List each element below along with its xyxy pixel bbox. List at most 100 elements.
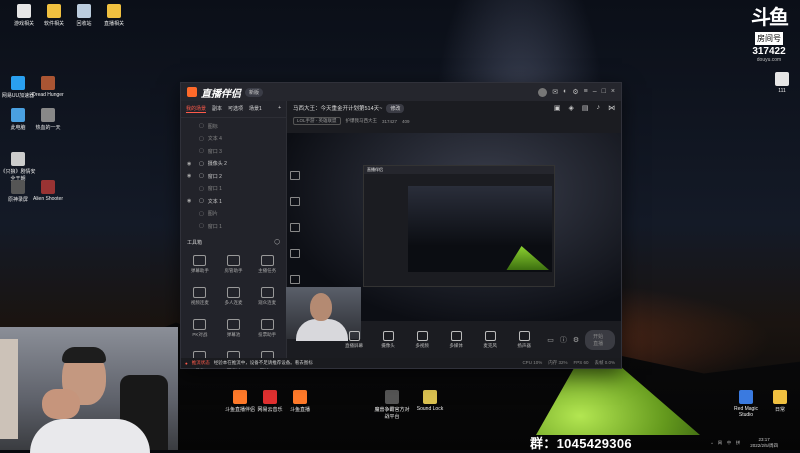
app-icon <box>107 4 121 18</box>
desktop-icon-label: 魔兽争霸官方对战平台 <box>374 407 410 420</box>
eye-icon[interactable]: ◉ <box>187 198 195 204</box>
layer-item[interactable]: ◉ ▢ 摄像头 2 <box>181 158 286 171</box>
desktop-icon[interactable]: 魔兽争霸官方对战平台 <box>374 390 410 420</box>
viewer-count: 409 <box>402 118 410 124</box>
tool-label: 视频连麦 <box>190 299 209 305</box>
desktop-icon[interactable]: 斗鱼直播 <box>282 390 318 413</box>
minimize-icon[interactable]: – <box>593 88 597 97</box>
layer-item[interactable]: ▢ 窗口 1 <box>181 183 286 196</box>
tab-2[interactable]: 可选项 <box>228 105 243 113</box>
layer-item[interactable]: ▢ 窗口 1 <box>181 220 286 233</box>
bell-icon[interactable]: ♪ <box>597 104 601 112</box>
share-icon[interactable]: ⋈ <box>608 104 615 112</box>
edit-title-button[interactable]: 修改 <box>386 103 405 113</box>
tool-button[interactable]: 观众连麦 <box>250 283 284 313</box>
avatar[interactable] <box>538 87 548 97</box>
tool-button[interactable]: 投票助手 <box>250 315 284 345</box>
source-button[interactable]: 麦克风 <box>479 331 501 349</box>
tray-icon[interactable]: 拼 <box>736 440 740 446</box>
source-button[interactable]: 多视频 <box>411 331 433 349</box>
tab-0[interactable]: 我的场景 <box>186 105 207 113</box>
camera-icon[interactable]: ▭ <box>547 336 554 344</box>
lock-icon[interactable]: ▢ <box>199 186 204 192</box>
layer-item[interactable]: ◉ ▢ 文本 1 <box>181 195 286 208</box>
eye-icon[interactable]: ◉ <box>187 173 195 179</box>
settings-icon[interactable]: ⚙ <box>572 88 578 97</box>
desktop-icon[interactable]: 热血的一天 <box>30 108 66 131</box>
tool-button[interactable]: 弹幕池 <box>217 315 251 345</box>
skin-icon[interactable]: ◐ <box>563 88 567 97</box>
tab-1[interactable]: 副本 <box>212 105 222 113</box>
lock-icon[interactable]: ▢ <box>199 161 204 167</box>
tool-button[interactable]: 房管助手 <box>217 251 251 281</box>
source-controls: 直播屏幕 摄像头 多视频 多媒体 麦克风 扬声器 ▭ ⓘ ⚙ 开始直播 <box>287 327 621 353</box>
desktop-icon[interactable]: Alien Shooter <box>30 180 66 202</box>
desktop-icon[interactable]: 直播相关 <box>96 4 132 27</box>
tool-button[interactable]: 主播任务 <box>250 251 284 281</box>
preview-panel: 马西大王：今天重金开计划第514天~ 修改 ▣ ◈ ▤ ♪ ⋈ LOL手游 - … <box>286 101 621 358</box>
desktop-icon[interactable]: Dread Hunger <box>30 76 66 98</box>
bag-icon[interactable]: ▣ <box>554 104 561 112</box>
desktop-icon-label: 直播相关 <box>103 21 124 27</box>
warning-icon: ● <box>185 360 188 366</box>
tab-3[interactable]: 场景1 <box>249 105 262 113</box>
desktop-icon[interactable]: Red Magic Studio <box>728 390 764 418</box>
tool-label: 主播任务 <box>258 267 277 273</box>
layer-item[interactable]: ▢ 图标 <box>181 120 286 133</box>
taskbar-clock[interactable]: 23:17 2022/2/5/周四 <box>750 437 778 449</box>
lock-icon[interactable]: ▢ <box>199 223 204 229</box>
source-button[interactable]: 直播屏幕 <box>343 331 365 349</box>
tool-button[interactable]: 视频连麦 <box>183 283 217 313</box>
menu-icon[interactable]: ≡ <box>584 88 588 97</box>
source-button[interactable]: 扬声器 <box>513 331 535 349</box>
app-icon <box>739 390 753 404</box>
tray-icon[interactable]: 中 <box>727 440 731 446</box>
stream-preview[interactable]: 直播伴侣 <box>286 133 621 341</box>
desktop-icon[interactable]: 日常 <box>762 390 798 413</box>
layer-item[interactable]: ▢ 文本 4 <box>181 133 286 146</box>
gift-icon[interactable]: ◈ <box>568 104 573 112</box>
tool-button[interactable]: 多人连麦 <box>217 283 251 313</box>
memory-stat: 内存 32% <box>548 360 568 365</box>
lock-icon[interactable]: ▢ <box>199 211 204 217</box>
message-icon[interactable]: ✉ <box>552 88 558 97</box>
layer-item[interactable]: ▢ 窗口 3 <box>181 145 286 158</box>
app-icon <box>11 180 25 194</box>
gear-icon[interactable]: ⚙ <box>573 336 579 344</box>
live-companion-window[interactable]: 直播伴侣 新版 ✉ ◐ ⚙ ≡ – □ × 我的场景 副本 可选项 场景1 + ▢ 图标 ▢… <box>180 82 622 369</box>
eye-icon[interactable]: ◉ <box>187 161 195 167</box>
lock-icon[interactable]: ▢ <box>199 136 204 142</box>
app-icon <box>263 390 277 404</box>
app-icon <box>11 152 25 166</box>
app-logo-icon <box>187 87 197 97</box>
desktop-icon[interactable]: 《只狼》剧情安全王朝 <box>0 152 36 182</box>
lock-icon[interactable]: ▢ <box>199 148 204 154</box>
lock-icon[interactable]: ▢ <box>199 198 204 204</box>
add-scene-icon[interactable]: + <box>278 105 281 113</box>
desktop-icon[interactable]: Sound Lock <box>412 390 448 412</box>
category-chip[interactable]: LOL手游 - 英雄联盟 <box>293 117 341 125</box>
layer-item[interactable]: ◉ ▢ 窗口 2 <box>181 170 286 183</box>
app-icon <box>11 76 25 90</box>
tool-icon <box>260 286 274 298</box>
maximize-icon[interactable]: □ <box>602 88 606 97</box>
tool-button[interactable]: 弹幕助手 <box>183 251 217 281</box>
desktop-icon-label: Alien Shooter <box>32 196 64 202</box>
tool-button[interactable]: PK对战 <box>183 315 217 345</box>
info-icon[interactable]: ⓘ <box>560 335 567 345</box>
toolbox-settings-icon[interactable]: ◯ <box>274 239 280 246</box>
data-icon[interactable]: ▤ <box>582 104 589 112</box>
start-live-button[interactable]: 开始直播 <box>585 330 616 350</box>
close-icon[interactable]: × <box>611 88 615 97</box>
source-button[interactable]: 摄像头 <box>377 331 399 349</box>
lock-icon[interactable]: ▢ <box>199 123 204 129</box>
tray-icon[interactable]: 网 <box>718 440 722 446</box>
desktop-icon[interactable]: 111 <box>764 72 800 94</box>
layer-item[interactable]: ▢ 图片 <box>181 208 286 221</box>
source-button[interactable]: 多媒体 <box>445 331 467 349</box>
tray-icon[interactable]: ^ <box>711 441 713 446</box>
version-badge[interactable]: 新版 <box>245 87 264 97</box>
title-bar[interactable]: 直播伴侣 新版 ✉ ◐ ⚙ ≡ – □ × <box>181 83 621 101</box>
preview-icon <box>290 223 300 232</box>
lock-icon[interactable]: ▢ <box>199 173 204 179</box>
